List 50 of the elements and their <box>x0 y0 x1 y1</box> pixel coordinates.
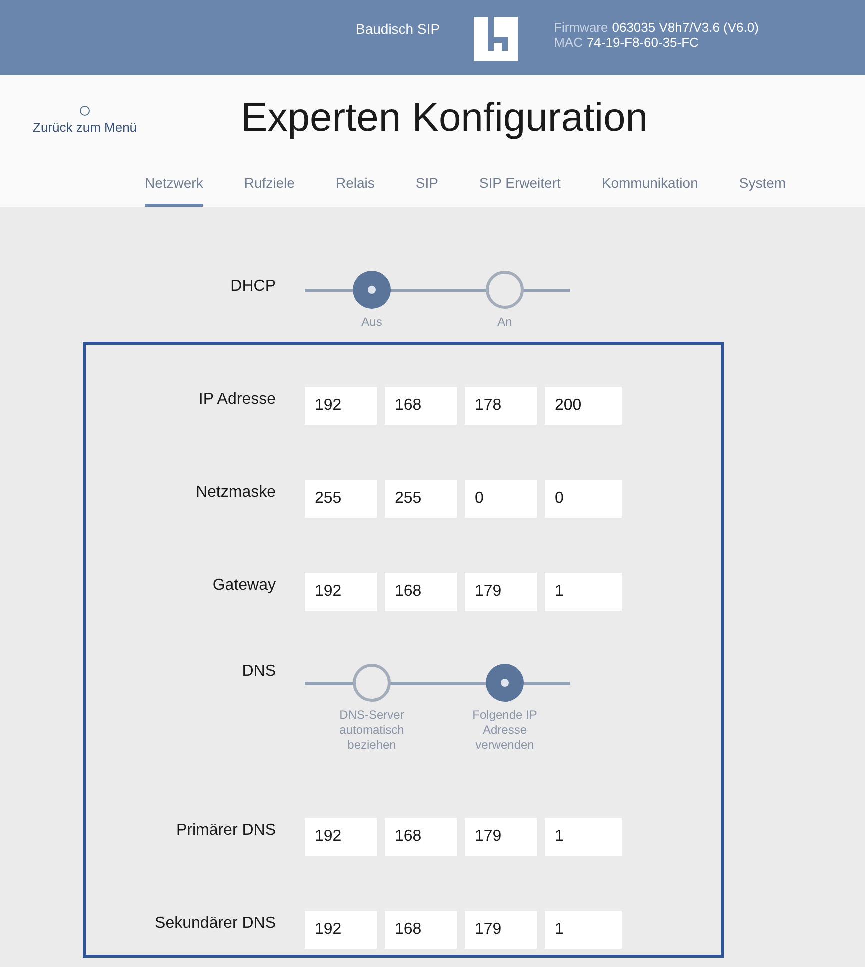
logo-icon <box>474 17 518 61</box>
tab[interactable]: Kommunikation <box>602 165 698 207</box>
tab[interactable]: System <box>739 165 786 207</box>
mac-label: MAC <box>554 35 583 50</box>
tab[interactable]: Relais <box>336 165 375 207</box>
tab[interactable]: SIP Erweitert <box>479 165 561 207</box>
octet-field[interactable]: 255 <box>305 480 377 518</box>
octet-field[interactable]: 0 <box>545 480 622 518</box>
tab[interactable]: SIP <box>416 165 438 207</box>
octet-field[interactable]: 192 <box>305 910 377 948</box>
octet-field[interactable]: 179 <box>465 572 537 610</box>
octet-field[interactable]: 192 <box>305 572 377 610</box>
octet-field[interactable]: 1 <box>545 818 622 856</box>
option-label: DNS-Server automatisch beziehen <box>338 708 406 753</box>
octet-field[interactable]: 179 <box>465 910 537 948</box>
octet-field[interactable]: 168 <box>385 910 457 948</box>
octet-field[interactable]: 168 <box>385 572 457 610</box>
tab[interactable]: Netzwerk <box>145 165 204 207</box>
octet-field[interactable]: 1 <box>545 572 622 610</box>
octet-field[interactable]: 192 <box>305 818 377 856</box>
brand-name: Baudisch SIP <box>356 20 440 38</box>
radio-button[interactable] <box>486 271 524 309</box>
octet-field[interactable]: 200 <box>545 386 622 424</box>
tab[interactable]: Rufziele <box>244 165 295 207</box>
option-label: Aus <box>360 315 384 330</box>
octet-field[interactable]: 168 <box>385 386 457 424</box>
octet-field[interactable]: 168 <box>385 818 457 856</box>
octet-field[interactable]: 0 <box>465 480 537 518</box>
field-label: Primärer DNS <box>175 820 276 840</box>
radio-button[interactable] <box>353 664 391 702</box>
octet-field[interactable]: 179 <box>465 818 537 856</box>
firmware-label: Firmware <box>554 20 608 35</box>
octet-field[interactable]: 1 <box>545 910 622 948</box>
field-label: Netzmaske <box>194 482 276 502</box>
radio-button[interactable] <box>486 664 524 702</box>
field-label: IP Adresse <box>198 390 276 410</box>
radio-button[interactable] <box>353 271 391 309</box>
field-label: Sekundärer DNS <box>154 914 276 934</box>
field-label: DHCP <box>230 277 276 297</box>
back-link[interactable]: Zurück zum Menü <box>33 106 138 138</box>
page-title: Experten Konfiguration <box>241 95 648 142</box>
option-label: Folgende IP Adresse verwenden <box>472 708 538 753</box>
octet-field[interactable]: 255 <box>385 480 457 518</box>
octet-field[interactable]: 192 <box>305 386 377 424</box>
field-label: Gateway <box>212 576 276 596</box>
field-label: DNS <box>241 662 276 682</box>
octet-field[interactable]: 178 <box>465 386 537 424</box>
firmware-version: 063035 V8h7/V3.6 (V6.0) <box>612 20 759 35</box>
mac-address: 74-19-F8-60-35-FC <box>586 35 699 50</box>
option-label: An <box>496 315 514 330</box>
